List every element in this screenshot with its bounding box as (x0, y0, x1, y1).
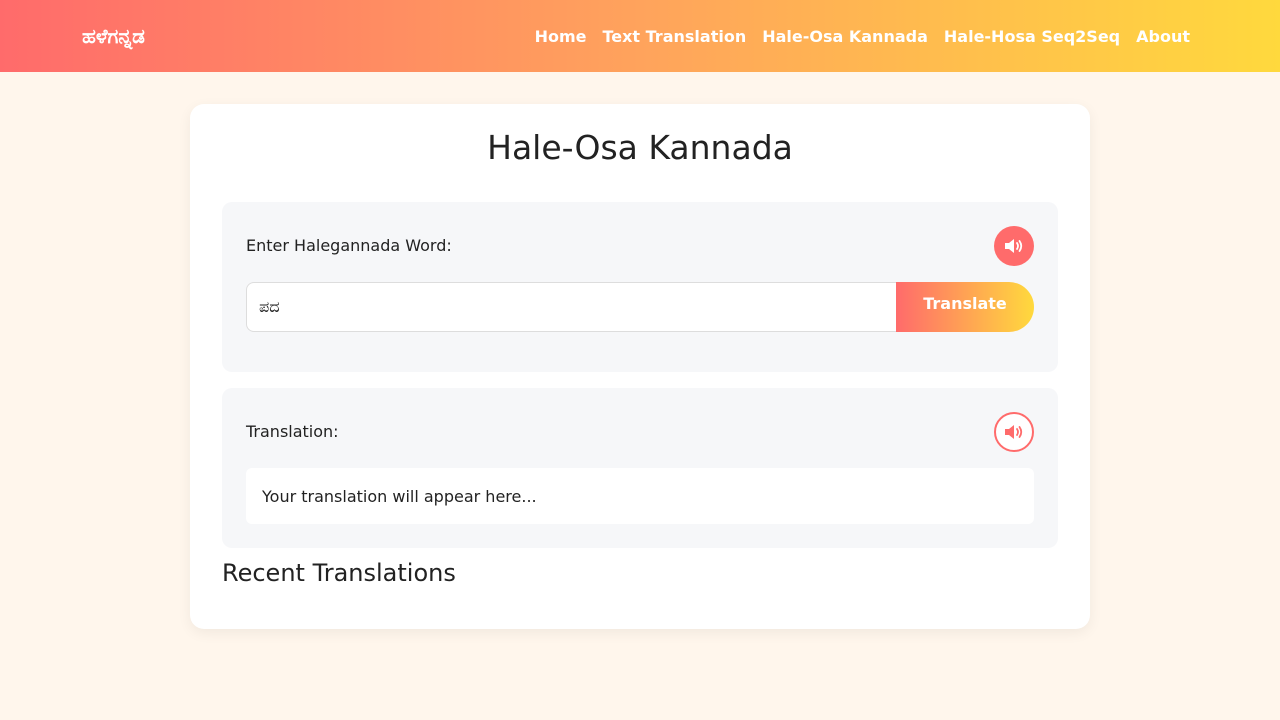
input-speak-button[interactable] (994, 226, 1034, 266)
speaker-icon (1005, 425, 1023, 439)
brand-logo[interactable]: ಹಳೆಗನ್ನಡ (82, 24, 145, 48)
navbar: ಹಳೆಗನ್ನಡ Home Text Translation Hale-Osa … (0, 0, 1280, 72)
translate-button[interactable]: Translate (896, 282, 1034, 332)
nav-link-home[interactable]: Home (535, 27, 587, 46)
nav-links: Home Text Translation Hale-Osa Kannada H… (535, 27, 1190, 46)
output-label: Translation: (246, 422, 339, 441)
translation-result: Your translation will appear here... (246, 468, 1034, 524)
output-speak-button[interactable] (994, 412, 1034, 452)
nav-link-hale-hosa-seq2seq[interactable]: Hale-Hosa Seq2Seq (944, 27, 1120, 46)
input-label: Enter Halegannada Word: (246, 236, 452, 255)
nav-link-about[interactable]: About (1136, 27, 1190, 46)
page-title: Hale-Osa Kannada (487, 128, 793, 167)
nav-link-hale-osa-kannada[interactable]: Hale-Osa Kannada (762, 27, 928, 46)
nav-link-text-translation[interactable]: Text Translation (602, 27, 746, 46)
speaker-icon (1005, 239, 1023, 253)
recent-translations-heading: Recent Translations (222, 559, 456, 587)
translator-card: Hale-Osa Kannada Enter Halegannada Word:… (190, 104, 1090, 629)
output-panel: Translation: Your translation will appea… (222, 388, 1058, 548)
input-panel: Enter Halegannada Word: Translate (222, 202, 1058, 372)
input-row: Translate (246, 282, 1034, 332)
word-input[interactable] (246, 282, 896, 332)
